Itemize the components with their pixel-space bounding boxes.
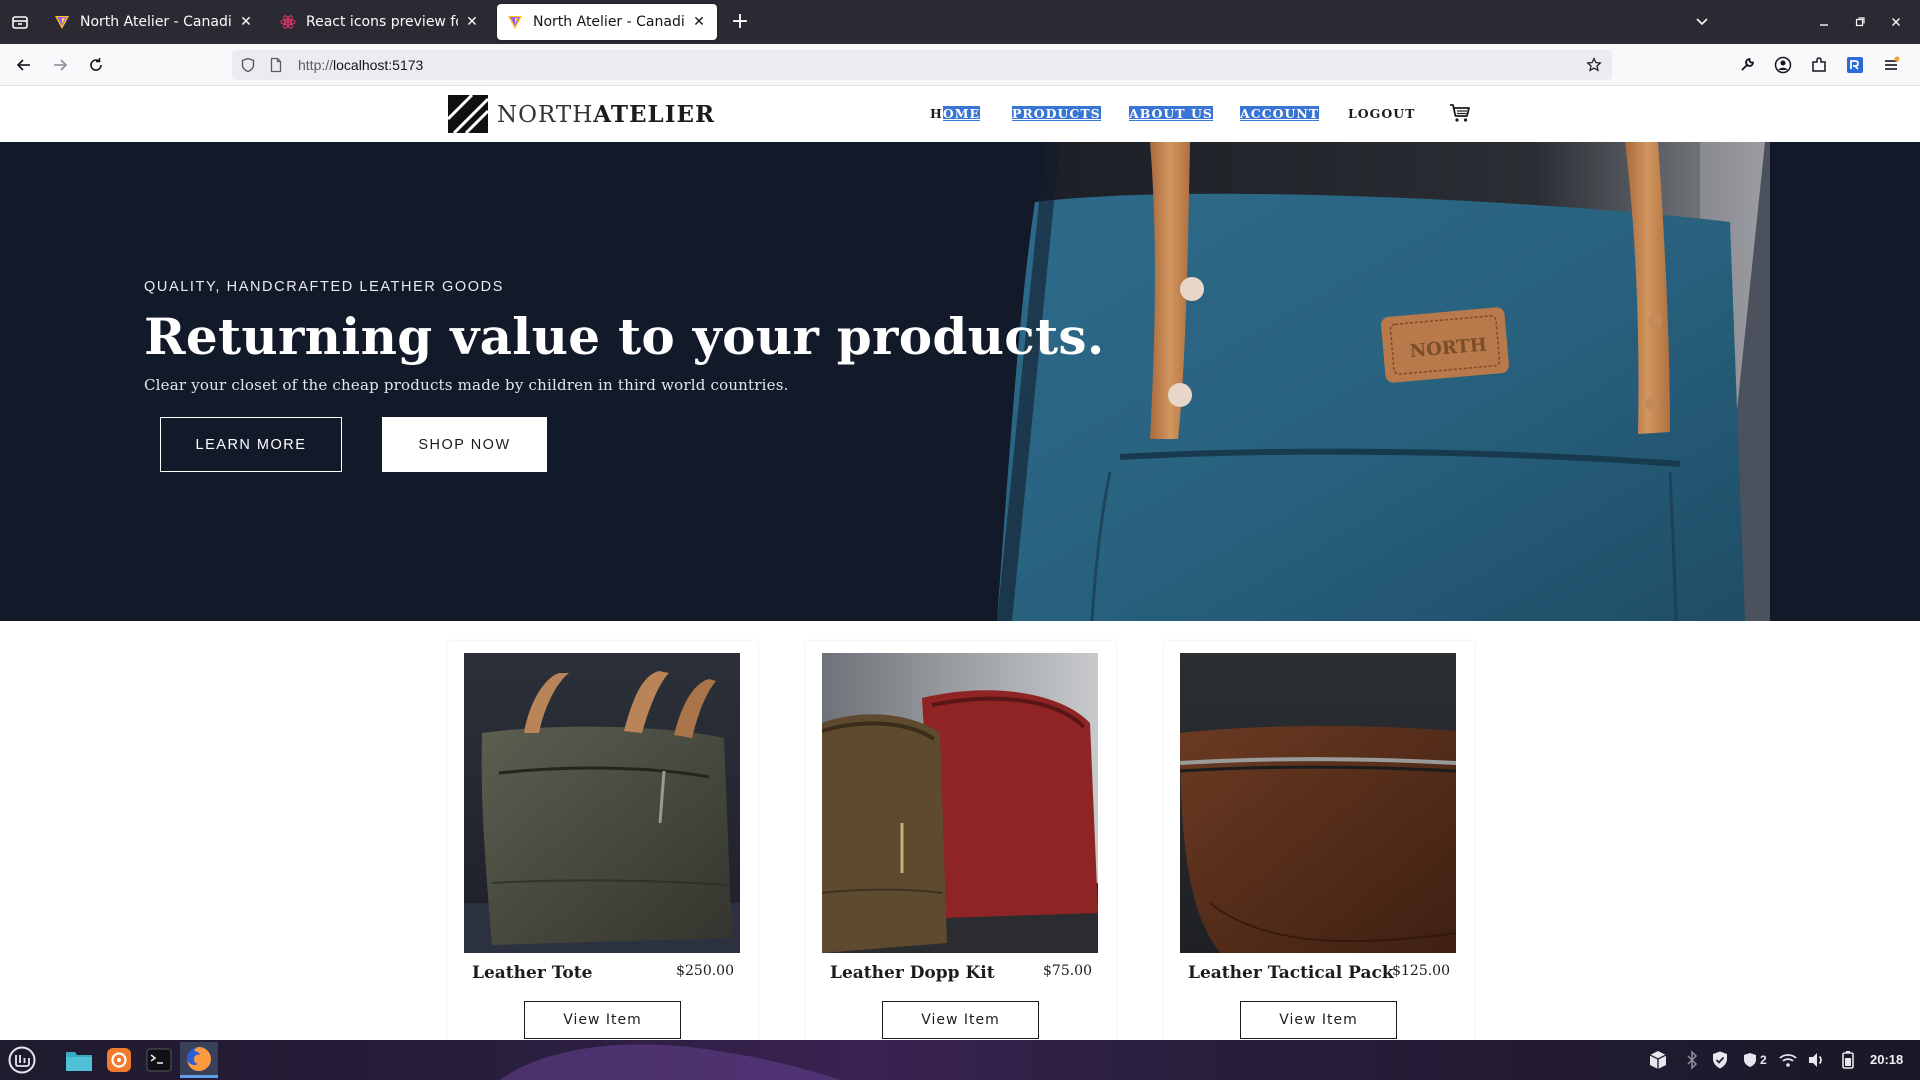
nav-home-rest: OME (942, 106, 981, 121)
nav-home-first-letter: H (930, 106, 943, 121)
page-icon[interactable] (268, 57, 284, 73)
window-controls (1680, 0, 1920, 44)
close-tab-icon[interactable]: ✕ (464, 14, 480, 30)
wifi-icon[interactable] (1778, 1050, 1798, 1070)
site-nav: HOME PRODUCTS ABOUT US ACCOUNT LOGOUT (0, 106, 1920, 126)
bookmark-star-icon[interactable] (1586, 57, 1602, 73)
nav-account-link[interactable]: ACCOUNT (1240, 106, 1320, 121)
extensions-icon[interactable] (1810, 56, 1828, 74)
hero-eyebrow: QUALITY, HANDCRAFTED LEATHER GOODS (144, 279, 505, 295)
close-icon[interactable] (1878, 0, 1914, 44)
maximize-icon[interactable] (1842, 0, 1878, 44)
reload-icon[interactable] (84, 53, 108, 77)
product-name[interactable]: Leather Tote (472, 963, 592, 983)
tab-title: North Atelier - Canadian Ha (533, 14, 685, 30)
firefox-icon[interactable] (180, 1042, 218, 1078)
package-tray-icon[interactable] (1648, 1050, 1668, 1070)
close-tab-icon[interactable]: ✕ (238, 14, 254, 30)
product-card: Leather Tote $250.00 View Item (448, 641, 758, 1041)
address-bar[interactable]: http://localhost:5173 (232, 50, 1612, 80)
product-price: $250.00 (676, 963, 734, 979)
volume-icon[interactable] (1806, 1050, 1826, 1070)
url-text: http://localhost:5173 (298, 57, 423, 73)
hero-section: NORTH QUALITY, HANDCRAFTED LEATHER GOODS… (0, 142, 1920, 621)
url-scheme: http:// (298, 57, 334, 73)
vite-favicon-icon (508, 16, 522, 29)
nav-about-link[interactable]: ABOUT US (1129, 106, 1213, 121)
product-price: $125.00 (1392, 963, 1450, 979)
view-item-button[interactable]: View Item (882, 1001, 1039, 1039)
minimize-icon[interactable] (1806, 0, 1842, 44)
shield-icon[interactable] (240, 57, 256, 73)
update-count: 2 (1760, 1053, 1767, 1067)
product-price: $75.00 (1043, 963, 1092, 979)
product-image-dopp-kit[interactable] (822, 653, 1098, 953)
tab-title: North Atelier - Canadian Ha (80, 14, 232, 30)
hero-subline: Clear your closet of the cheap products … (144, 376, 789, 394)
os-taskbar: 2 20:18 (0, 1040, 1920, 1080)
site-header: NORTHATELIER HOME PRODUCTS ABOUT US ACCO… (0, 86, 1920, 142)
browser-tab-1[interactable]: North Atelier - Canadian Ha ✕ (44, 4, 264, 40)
shield-tray-icon[interactable] (1710, 1050, 1730, 1070)
bluetooth-icon[interactable] (1682, 1050, 1702, 1070)
url-host: localhost:5173 (333, 57, 424, 73)
product-image-tote[interactable] (464, 653, 740, 953)
hero-text-block: QUALITY, HANDCRAFTED LEATHER GOODS Retur… (144, 279, 1105, 394)
react-favicon-icon (280, 15, 296, 29)
nav-products-link[interactable]: PRODUCTS (1012, 106, 1101, 121)
back-icon[interactable] (12, 53, 36, 77)
browser-tab-bar: North Atelier - Canadian Ha ✕ React icon… (0, 0, 1920, 44)
update-indicator[interactable]: 2 (1742, 1050, 1776, 1070)
nav-home-link[interactable]: HOME (930, 106, 981, 121)
shop-now-button[interactable]: SHOP NOW (382, 417, 547, 472)
extension-icon[interactable] (1846, 56, 1864, 74)
forward-icon[interactable] (48, 53, 72, 77)
product-image-tactical-pack[interactable] (1180, 653, 1456, 953)
browser-navigation-bar: http://localhost:5173 (0, 44, 1920, 86)
account-icon[interactable] (1774, 56, 1792, 74)
browser-tab-3-active[interactable]: North Atelier - Canadian Ha ✕ (497, 4, 717, 40)
menu-icon[interactable] (1882, 56, 1900, 74)
view-item-button[interactable]: View Item (524, 1001, 681, 1039)
product-grid: Leather Tote $250.00 View Item Leather D… (0, 621, 1920, 1041)
view-item-button[interactable]: View Item (1240, 1001, 1397, 1039)
clock[interactable]: 20:18 (1870, 1052, 1903, 1067)
terminal-icon[interactable] (143, 1044, 175, 1076)
software-icon[interactable] (103, 1044, 135, 1076)
hero-headline: Returning value to your products. (144, 307, 1105, 366)
files-icon[interactable] (63, 1044, 95, 1076)
browser-tab-2[interactable]: React icons preview for fa ✕ (270, 4, 490, 40)
product-card: Leather Dopp Kit $75.00 View Item (806, 641, 1116, 1041)
tab-title: React icons preview for fa (306, 14, 458, 30)
new-tab-icon[interactable]: + (728, 10, 752, 34)
update-shield-icon (1744, 1053, 1756, 1067)
nav-logout-link[interactable]: LOGOUT (1348, 106, 1415, 121)
list-all-tabs-icon[interactable] (1684, 0, 1720, 44)
wallpaper-peek (500, 1044, 840, 1080)
tab-list-icon[interactable] (10, 12, 30, 32)
product-name[interactable]: Leather Dopp Kit (830, 963, 995, 983)
battery-icon[interactable] (1838, 1050, 1858, 1070)
mint-menu-icon[interactable] (6, 1044, 38, 1076)
vite-favicon-icon (55, 16, 69, 29)
close-tab-icon[interactable]: ✕ (691, 14, 707, 30)
learn-more-button[interactable]: LEARN MORE (160, 417, 342, 472)
wrench-icon[interactable] (1738, 56, 1756, 74)
product-name[interactable]: Leather Tactical Pack (1188, 963, 1394, 983)
cart-icon[interactable] (1449, 103, 1471, 123)
product-card: Leather Tactical Pack $125.00 View Item (1164, 641, 1474, 1041)
